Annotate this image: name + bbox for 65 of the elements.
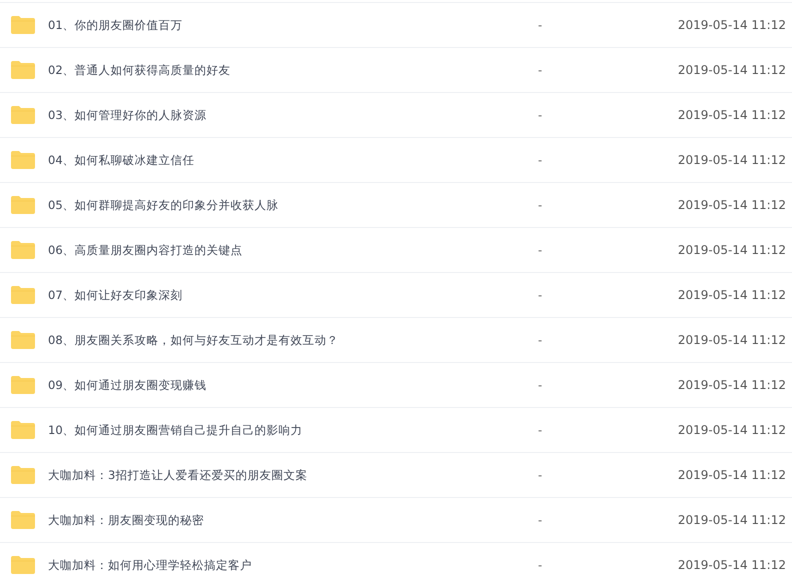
folder-icon [10,285,36,305]
folder-icon [10,510,36,530]
modified-date: 2019-05-14 11:12 [678,513,787,527]
file-name: 05、如何群聊提高好友的印象分并收获人脉 [48,198,280,212]
file-name: 08、朋友圈关系攻略，如何与好友互动才是有效互动？ [48,332,340,348]
file-size: - [537,108,544,122]
file-size: - [537,423,544,437]
file-name: 07、如何让好友印象深刻 [48,288,184,302]
folder-icon [10,105,36,125]
modified-date: 2019-05-14 11:12 [678,288,787,302]
file-size: - [537,153,544,167]
file-name: 04、如何私聊破冰建立信任 [48,152,196,168]
file-name: 大咖加料：如何用心理学轻松搞定客户 [48,558,253,572]
modified-date: 2019-05-14 11:12 [678,468,787,482]
file-row[interactable]: 大咖加料：如何用心理学轻松搞定客户 - 2019-05-14 11:12 [0,542,792,587]
file-size: - [537,333,544,347]
file-row[interactable]: 08、朋友圈关系攻略，如何与好友互动才是有效互动？ - 2019-05-14 11:12 [0,317,792,362]
modified-date: 2019-05-14 11:12 [678,243,787,257]
file-row[interactable]: 05、如何群聊提高好友的印象分并收获人脉 - 2019-05-14 11:12 [0,182,792,227]
file-name: 大咖加料：3招打造让人爱看还爱买的朋友圈文案 [48,468,308,482]
file-size: - [537,288,544,302]
modified-date: 2019-05-14 11:12 [678,378,787,392]
file-row[interactable]: 04、如何私聊破冰建立信任 - 2019-05-14 11:12 [0,137,792,182]
folder-icon [10,420,36,440]
folder-icon [10,375,36,395]
file-name: 大咖加料：朋友圈变现的秘密 [48,512,205,528]
file-row[interactable]: 大咖加料：3招打造让人爱看还爱买的朋友圈文案 - 2019-05-14 11:12 [0,452,792,497]
modified-date: 2019-05-14 11:12 [678,153,787,167]
file-name: 01、你的朋友圈价值百万 [48,18,184,32]
file-row[interactable]: 07、如何让好友印象深刻 - 2019-05-14 11:12 [0,272,792,317]
file-size: - [537,558,544,572]
folder-icon [10,330,36,350]
file-name: 09、如何通过朋友圈变现赚钱 [48,378,208,392]
file-row[interactable]: 03、如何管理好你的人脉资源 - 2019-05-14 11:12 [0,92,792,137]
folder-icon [10,15,36,35]
file-row[interactable]: 01、你的朋友圈价值百万 - 2019-05-14 11:12 [0,2,792,47]
modified-date: 2019-05-14 11:12 [678,198,787,212]
file-size: - [537,243,544,257]
file-name: 03、如何管理好你的人脉资源 [48,108,208,122]
file-row[interactable]: 02、普通人如何获得高质量的好友 - 2019-05-14 11:12 [0,47,792,92]
file-row[interactable]: 09、如何通过朋友圈变现赚钱 - 2019-05-14 11:12 [0,362,792,407]
file-name: 02、普通人如何获得高质量的好友 [48,62,232,78]
modified-date: 2019-05-14 11:12 [678,18,787,32]
folder-icon [10,195,36,215]
modified-date: 2019-05-14 11:12 [678,108,787,122]
modified-date: 2019-05-14 11:12 [678,558,787,572]
file-row[interactable]: 06、高质量朋友圈内容打造的关键点 - 2019-05-14 11:12 [0,227,792,272]
file-name: 06、高质量朋友圈内容打造的关键点 [48,242,244,258]
file-row[interactable]: 10、如何通过朋友圈营销自己提升自己的影响力 - 2019-05-14 11:12 [0,407,792,452]
folder-icon [10,465,36,485]
file-size: - [537,468,544,482]
folder-icon [10,240,36,260]
file-row[interactable]: 大咖加料：朋友圈变现的秘密 - 2019-05-14 11:12 [0,497,792,542]
modified-date: 2019-05-14 11:12 [678,423,787,437]
file-size: - [537,63,544,77]
modified-date: 2019-05-14 11:12 [678,63,787,77]
file-name: 10、如何通过朋友圈营销自己提升自己的影响力 [48,422,304,438]
file-size: - [537,18,544,32]
modified-date: 2019-05-14 11:12 [678,333,787,347]
file-size: - [537,198,544,212]
folder-icon [10,555,36,575]
file-size: - [537,513,544,527]
file-size: - [537,378,544,392]
folder-icon [10,60,36,80]
folder-icon [10,150,36,170]
